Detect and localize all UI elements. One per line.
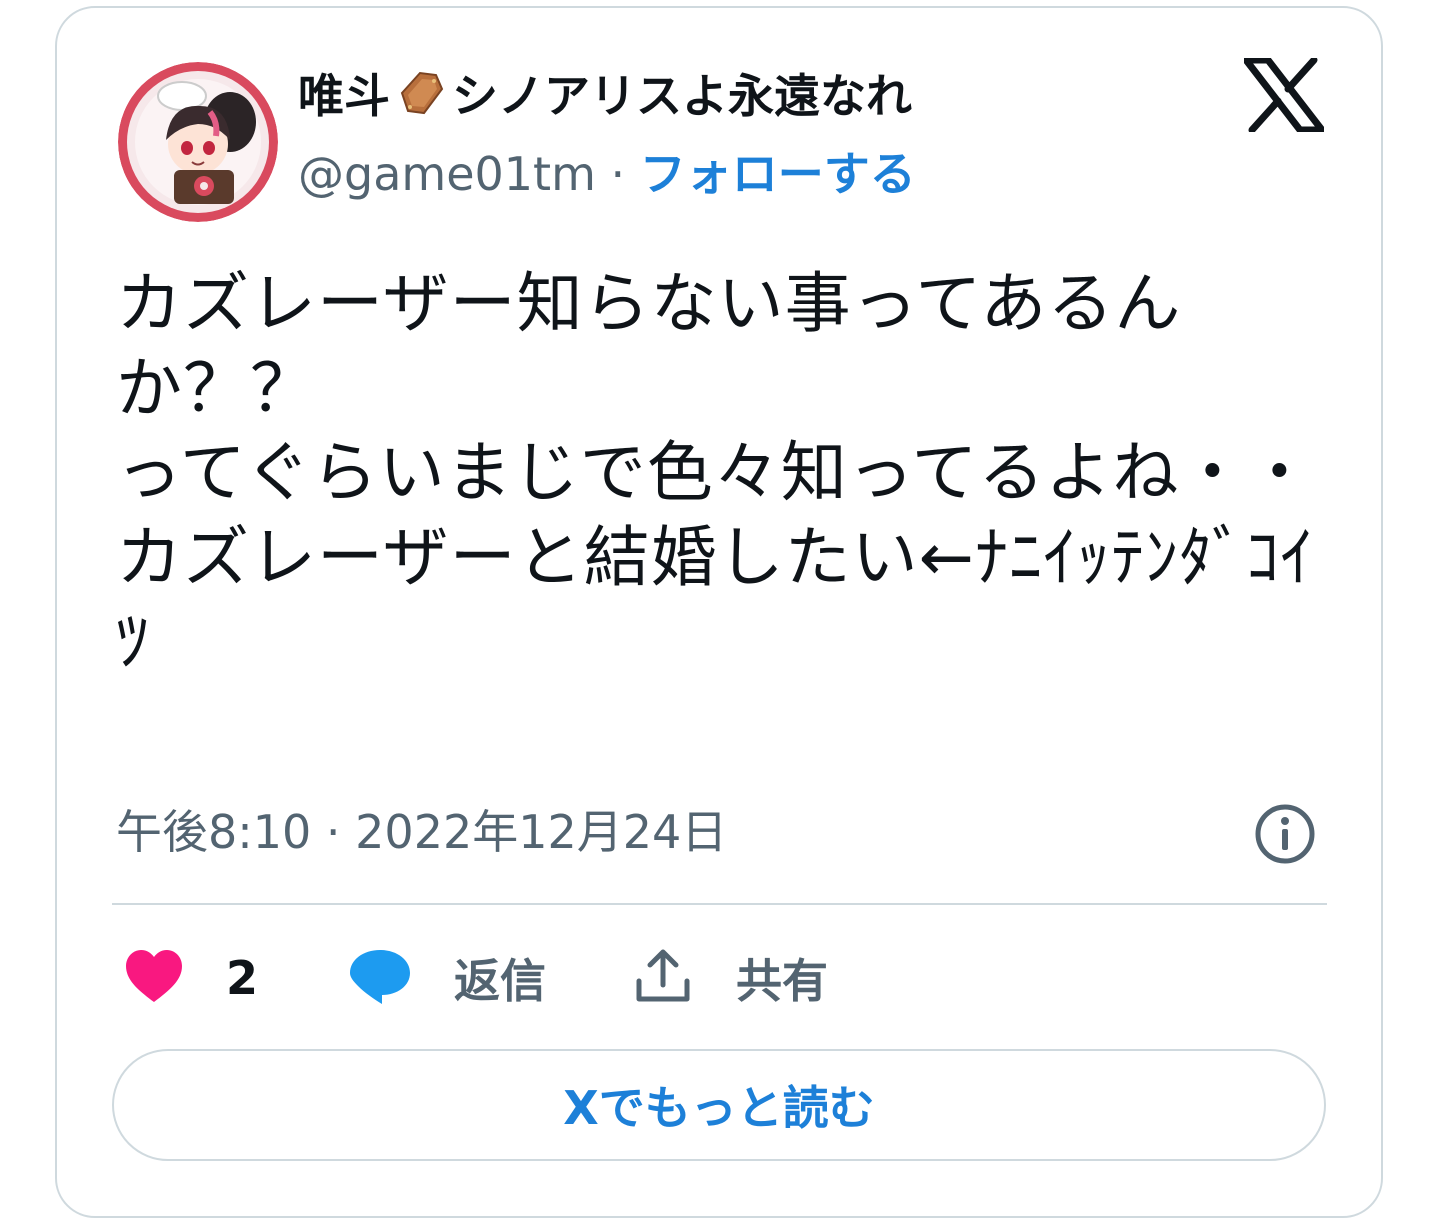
coffin-icon xyxy=(394,67,448,133)
like-button[interactable]: 2 xyxy=(124,948,258,1008)
display-name[interactable]: 唯斗 シノアリスよ永遠なれ xyxy=(298,66,912,133)
reply-label: 返信 xyxy=(454,954,546,1008)
divider xyxy=(112,903,1327,905)
share-label: 共有 xyxy=(736,954,828,1008)
info-icon[interactable] xyxy=(1253,802,1317,866)
read-more-button[interactable]: Xでもっと読む xyxy=(112,1049,1326,1161)
reply-button[interactable]: 返信 xyxy=(348,948,546,1008)
x-logo-icon[interactable] xyxy=(1242,56,1326,134)
heart-icon xyxy=(124,948,184,1008)
follow-button[interactable]: フォローする xyxy=(640,147,916,201)
upload-share-icon xyxy=(634,947,692,1009)
tweet-text: カズレーザー知らない事ってあるんか？？ ってぐらいまじで色々知ってるよね・・ カ… xyxy=(116,265,1314,680)
timestamp[interactable]: 午後8:10 · 2022年12月24日 xyxy=(116,802,727,862)
speech-bubble-icon xyxy=(348,946,412,1010)
handle-row: @game01tm · フォローする xyxy=(298,144,916,204)
display-name-part1: 唯斗 xyxy=(298,69,390,123)
display-name-part2: シノアリスよ永遠なれ xyxy=(452,69,912,123)
like-count: 2 xyxy=(226,951,259,1005)
handle[interactable]: @game01tm xyxy=(298,147,596,201)
separator: · xyxy=(595,147,640,201)
avatar[interactable] xyxy=(118,62,278,222)
share-button[interactable]: 共有 xyxy=(634,948,828,1008)
